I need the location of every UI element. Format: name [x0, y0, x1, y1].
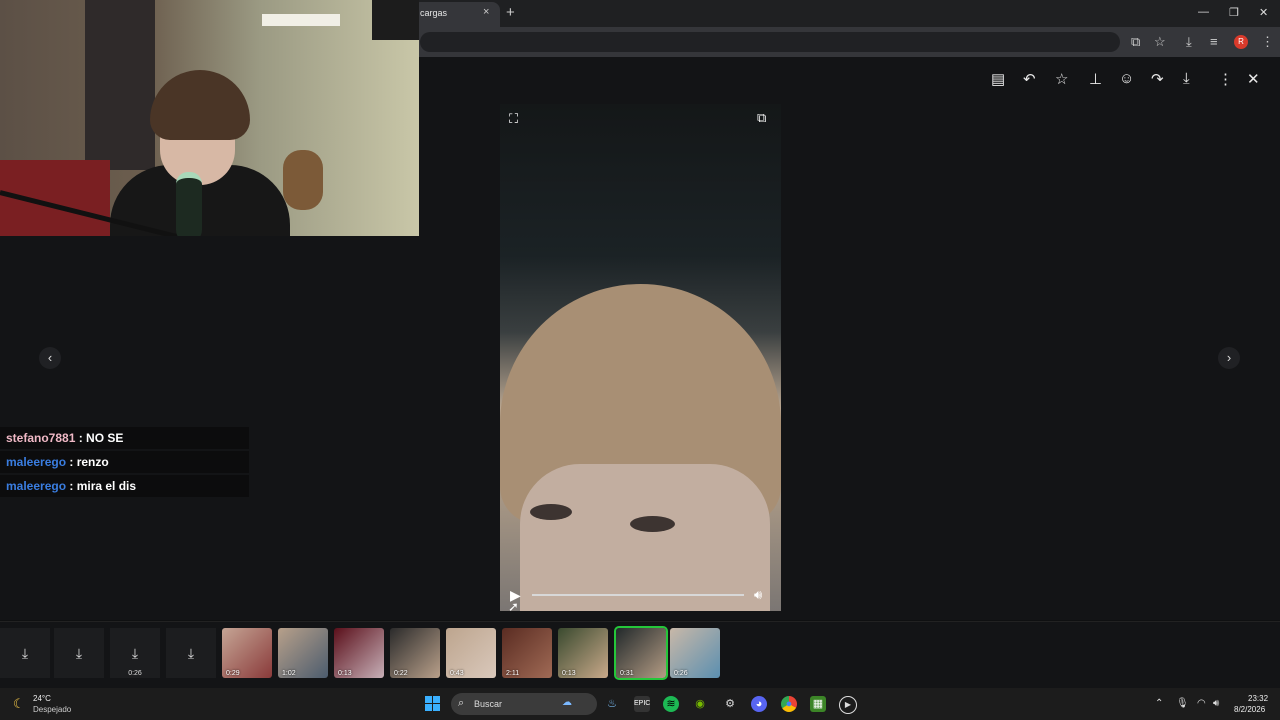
media-thumbnail[interactable]: 0:43	[446, 628, 496, 678]
download-media-button[interactable]: ⤓ 0:26	[110, 628, 160, 678]
download-media-button[interactable]: ⤓	[54, 628, 104, 678]
media-thumbnail[interactable]: 0:26	[670, 628, 720, 678]
taskbar-search-box[interactable]	[451, 693, 597, 715]
media-duration: 0:26	[128, 670, 142, 677]
clock-date[interactable]: 8/2/2026	[1234, 705, 1265, 714]
caption-icon[interactable]: ▤	[991, 70, 1005, 88]
mouse-cursor-icon: ➚	[508, 599, 519, 614]
steam-icon[interactable]: ♨	[604, 696, 620, 712]
media-thumbnail-selected[interactable]: 0:31	[614, 626, 668, 680]
media-player-icon[interactable]: ▶	[839, 696, 857, 714]
picture-in-picture-icon[interactable]: ⧉	[757, 110, 766, 126]
media-duration: 0:31	[620, 670, 634, 677]
media-duration: 0:22	[394, 670, 408, 677]
video-frame-eye	[630, 516, 675, 532]
emoji-icon[interactable]: ☺	[1119, 70, 1134, 87]
start-button[interactable]	[425, 696, 441, 712]
media-duration: 0:29	[226, 670, 240, 677]
chrome-menu-icon[interactable]: ⋮	[1261, 34, 1274, 50]
downloads-icon[interactable]: ⤓	[1186, 34, 1192, 50]
close-window-button[interactable]: ✕	[1259, 6, 1268, 19]
discord-icon[interactable]: ◕	[751, 696, 767, 712]
media-duration: 1:02	[282, 670, 296, 677]
clock-time[interactable]: 23:32	[1248, 694, 1268, 703]
tab-close-icon[interactable]: ×	[483, 6, 489, 18]
install-app-icon[interactable]: ⧉	[1131, 34, 1140, 50]
fullscreen-icon[interactable]: ⛶	[509, 111, 518, 127]
chat-message: stefano7881 : NO SE	[0, 427, 249, 449]
media-thumbnail[interactable]: 0:22	[390, 628, 440, 678]
volume-icon[interactable]: 🔊︎	[754, 587, 762, 603]
forward-icon[interactable]: ↷	[1151, 70, 1164, 88]
profile-avatar[interactable]: R	[1234, 35, 1248, 49]
microphone-icon[interactable]: 🎙︎	[1176, 698, 1189, 709]
close-icon[interactable]: ✕	[1247, 70, 1260, 88]
media-thumbnail[interactable]: 2:11	[502, 628, 552, 678]
spotify-icon[interactable]: ≋	[663, 696, 679, 712]
search-icon: ⌕	[458, 697, 465, 709]
restore-button[interactable]: ❐	[1229, 6, 1239, 19]
pin-icon[interactable]: ⊥	[1089, 70, 1102, 88]
media-duration: 0:43	[450, 670, 464, 677]
windows-logo-icon	[425, 696, 432, 703]
bookmark-star-icon[interactable]: ☆	[1154, 34, 1166, 50]
seek-bar[interactable]	[532, 594, 744, 596]
chat-text: : renzo	[69, 455, 109, 469]
media-thumbnail[interactable]: 0:13	[334, 628, 384, 678]
webcam-streamer-hair	[150, 70, 250, 140]
video-frame-eye	[530, 504, 572, 520]
nvidia-icon[interactable]: ◉	[692, 696, 708, 712]
epic-games-icon[interactable]: EPIC	[634, 696, 650, 712]
moon-icon[interactable]: ☾	[13, 696, 25, 712]
chat-text: : NO SE	[78, 431, 124, 445]
download-media-button[interactable]: ⤓	[166, 628, 216, 678]
webcam-microphone	[176, 172, 202, 236]
windows-logo-icon	[433, 704, 440, 711]
settings-app-icon[interactable]: ⚙	[722, 696, 738, 712]
next-media-button[interactable]: ›	[1218, 347, 1240, 369]
search-placeholder[interactable]: Buscar	[474, 699, 502, 709]
chat-username: maleerego	[6, 479, 67, 493]
weather-condition[interactable]: Despejado	[33, 705, 71, 714]
windows-logo-icon	[433, 696, 440, 703]
webcam-poster	[372, 0, 419, 40]
previous-media-button[interactable]: ‹	[39, 347, 61, 369]
chat-message: maleerego : mira el dis	[0, 475, 249, 497]
download-icon[interactable]: ⤓	[1183, 70, 1190, 87]
webcam-teddy-bear	[283, 150, 323, 210]
video-frame-face	[520, 464, 770, 611]
chrome-icon[interactable]: ●	[781, 696, 797, 712]
media-controls-icon[interactable]: ≡	[1210, 34, 1218, 49]
minimize-button[interactable]: —	[1198, 6, 1209, 18]
speaker-icon[interactable]: 🔊︎	[1213, 698, 1219, 709]
chat-text: : mira el dis	[69, 479, 137, 493]
reply-icon[interactable]: ↶	[1023, 70, 1036, 88]
weather-temperature[interactable]: 24°C	[33, 694, 51, 703]
media-duration: 2:11	[506, 670, 520, 677]
star-icon[interactable]: ☆	[1055, 70, 1068, 88]
webcam-shelf	[262, 14, 340, 26]
chat-message: maleerego : renzo	[0, 451, 249, 473]
tab-title[interactable]: cargas	[420, 8, 447, 18]
media-duration: 0:13	[562, 670, 576, 677]
chat-username: maleerego	[6, 455, 67, 469]
webcam-overlay	[0, 0, 419, 236]
media-thumbnail[interactable]: 0:29	[222, 628, 272, 678]
chevron-up-icon[interactable]: ⌃	[1155, 698, 1163, 709]
address-bar[interactable]	[420, 32, 1120, 52]
media-thumbnail[interactable]: 1:02	[278, 628, 328, 678]
wifi-icon[interactable]: ◠	[1197, 698, 1206, 709]
windows-logo-icon	[425, 704, 432, 711]
more-icon[interactable]: ⋮	[1218, 70, 1233, 88]
minecraft-icon[interactable]: ▦	[810, 696, 826, 712]
download-media-button[interactable]: ⤓	[0, 628, 50, 678]
webcam-curtain	[85, 0, 155, 170]
new-tab-button[interactable]: +	[506, 4, 515, 21]
chat-username: stefano7881	[6, 431, 76, 445]
video-player[interactable]	[500, 104, 781, 611]
search-highlight-icon: ☁	[562, 697, 572, 708]
media-thumbnail[interactable]: 0:13	[558, 628, 608, 678]
media-duration: 0:13	[338, 670, 352, 677]
media-duration: 0:26	[674, 670, 688, 677]
